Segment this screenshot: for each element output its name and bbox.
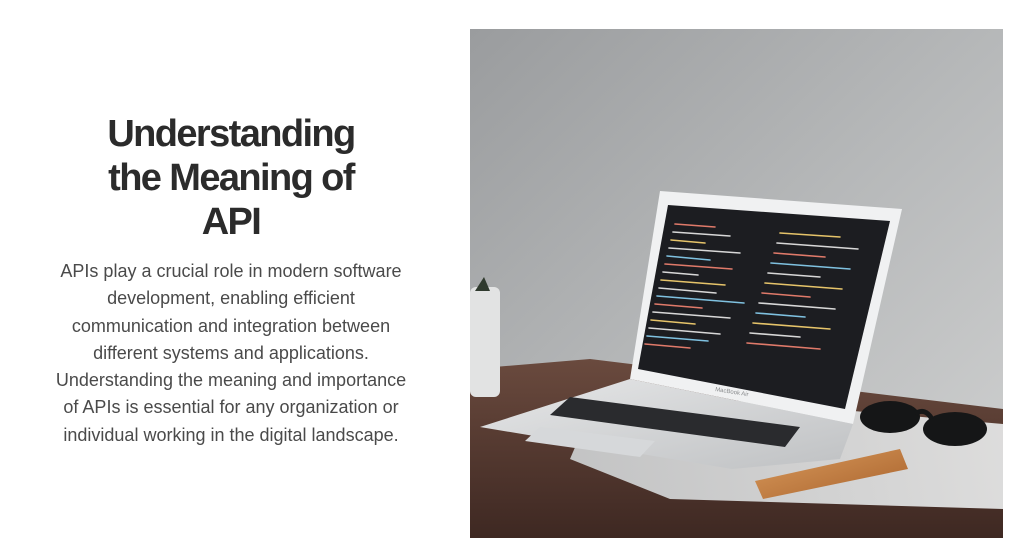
hero-text-column: Understanding the Meaning of API APIs pl…: [30, 112, 432, 449]
description-line: Understanding the meaning and importance: [55, 370, 407, 391]
cup: [470, 287, 500, 397]
description-line: development, enabling efficient: [107, 288, 355, 309]
description-line: communication and integration between: [71, 315, 391, 336]
hero-description: APIs play a crucial role in modern softw…: [30, 258, 432, 449]
description-line: APIs play a crucial role in modern softw…: [60, 261, 402, 281]
page-title: Understanding the Meaning of API: [30, 112, 432, 244]
description-line: individual working in the digital landsc…: [63, 424, 399, 445]
title-line: the Meaning of: [108, 157, 355, 199]
hero-image: MacBook Air: [470, 29, 1003, 538]
description-line: of APIs is essential for any organizatio…: [63, 397, 399, 418]
title-line: API: [201, 201, 262, 243]
title-line: Understanding: [107, 113, 356, 155]
description-line: different systems and applications.: [93, 342, 369, 363]
sunglasses-lens-left: [860, 401, 920, 433]
